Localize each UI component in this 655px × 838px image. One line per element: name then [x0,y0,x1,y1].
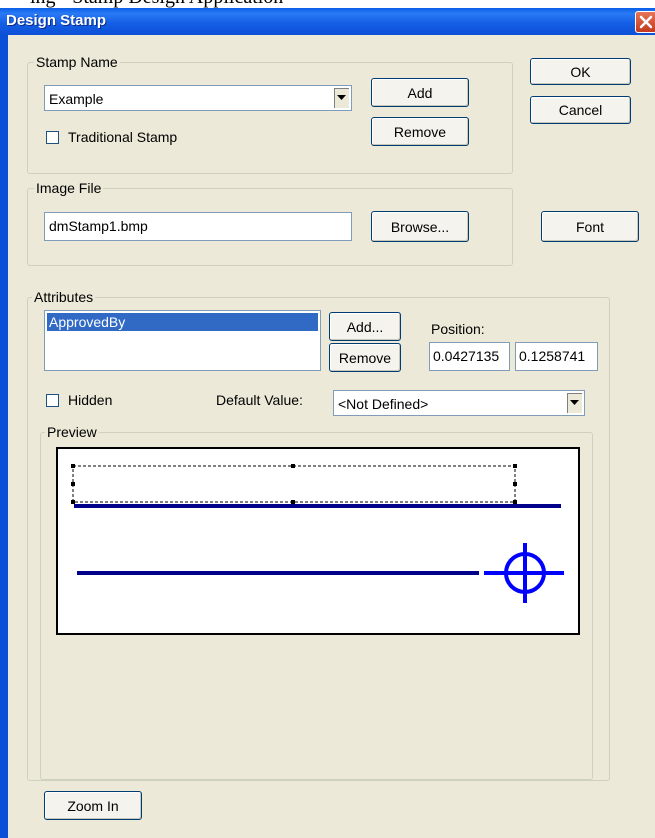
default-value-dropdown-arrow[interactable] [566,392,583,414]
close-icon [639,15,653,29]
position-y-input[interactable]: 0.1258741 [515,342,598,371]
crosshair-icon [484,543,564,603]
signature-line-lower [77,571,479,575]
attribute-add-button[interactable]: Add... [329,312,401,341]
cancel-button[interactable]: Cancel [530,96,631,124]
image-file-input[interactable]: dmStamp1.bmp [44,212,352,241]
position-label: Position: [431,321,485,337]
window-title: Design Stamp [6,12,107,29]
attribute-selection-box [72,465,516,503]
preview-group-label: Preview [45,424,99,440]
background-caption-strip: ing - Stamp Design Application [0,0,655,8]
hidden-label: Hidden [68,392,113,408]
default-value-label: Default Value: [216,392,303,408]
stamp-name-group-label: Stamp Name [34,54,120,70]
close-button[interactable] [635,11,655,33]
stamp-add-button[interactable]: Add [371,78,469,107]
hidden-checkbox[interactable] [46,394,59,407]
stamp-remove-button[interactable]: Remove [371,117,469,146]
default-value-dropdown[interactable]: <Not Defined> [333,390,585,416]
browse-button[interactable]: Browse... [371,211,469,242]
font-button[interactable]: Font [541,211,639,242]
chevron-down-icon [337,95,346,100]
stamp-name-value: Example [49,91,104,107]
window-left-border [0,35,8,838]
position-x-input[interactable]: 0.0427135 [429,342,510,371]
list-item[interactable]: ApprovedBy [47,313,318,331]
title-bar[interactable]: Design Stamp [0,8,655,35]
stamp-name-dropdown[interactable]: Example [44,85,352,111]
image-file-group-label: Image File [34,180,104,196]
ok-button[interactable]: OK [530,58,631,85]
attributes-group-label: Attributes [32,289,96,305]
zoom-in-button[interactable]: Zoom In [44,791,142,820]
stamp-preview-graphic [71,464,564,603]
signature-line-upper [74,504,561,508]
background-caption: ing - Stamp Design Application [30,0,283,8]
stamp-name-dropdown-arrow[interactable] [333,87,350,109]
preview-canvas[interactable] [56,447,580,635]
traditional-stamp-label: Traditional Stamp [68,129,178,145]
default-value-text: <Not Defined> [338,396,429,412]
chevron-down-icon [570,400,579,405]
attribute-remove-button[interactable]: Remove [329,343,401,372]
attributes-list[interactable]: ApprovedBy [44,310,321,371]
traditional-stamp-checkbox[interactable] [46,131,59,144]
